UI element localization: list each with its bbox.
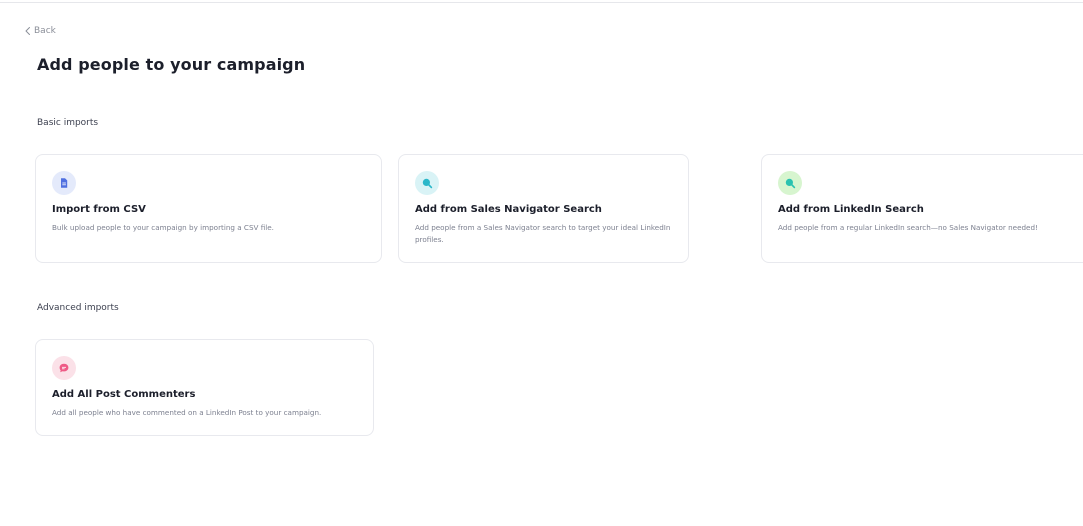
card-title: Add from Sales Navigator Search <box>415 204 602 215</box>
import-csv-card[interactable]: Import from CSV Bulk upload people to yo… <box>35 154 382 263</box>
icon-badge <box>52 356 76 380</box>
icon-badge <box>52 171 76 195</box>
card-description: Add people from a Sales Navigator search… <box>415 223 671 244</box>
card-description: Add people from a regular LinkedIn searc… <box>778 223 1038 232</box>
linkedin-search-card[interactable]: Add from LinkedIn Search Add people from… <box>761 154 1083 263</box>
back-label: Back <box>34 26 56 36</box>
file-icon <box>61 178 68 188</box>
post-commenters-card[interactable]: Add All Post Commenters Add all people w… <box>35 339 374 436</box>
page-title: Add people to your campaign <box>37 55 306 74</box>
top-divider <box>0 2 1083 3</box>
icon-badge <box>415 171 439 195</box>
comment-icon <box>59 363 69 373</box>
sales-navigator-card[interactable]: Add from Sales Navigator Search Add peop… <box>398 154 689 263</box>
section-label-basic: Basic imports <box>37 118 99 128</box>
chevron-left-icon <box>25 27 30 35</box>
page: Back Add people to your campaign Basic i… <box>0 0 1083 526</box>
search-icon <box>422 178 433 189</box>
card-description: Bulk upload people to your campaign by i… <box>52 223 274 232</box>
card-title: Add from LinkedIn Search <box>778 204 924 215</box>
icon-badge <box>778 171 802 195</box>
card-title: Import from CSV <box>52 204 146 215</box>
card-title: Add All Post Commenters <box>52 389 196 400</box>
section-label-advanced: Advanced imports <box>37 303 119 313</box>
back-link[interactable]: Back <box>24 26 56 36</box>
card-description: Add all people who have commented on a L… <box>52 408 322 417</box>
search-icon <box>785 178 796 189</box>
